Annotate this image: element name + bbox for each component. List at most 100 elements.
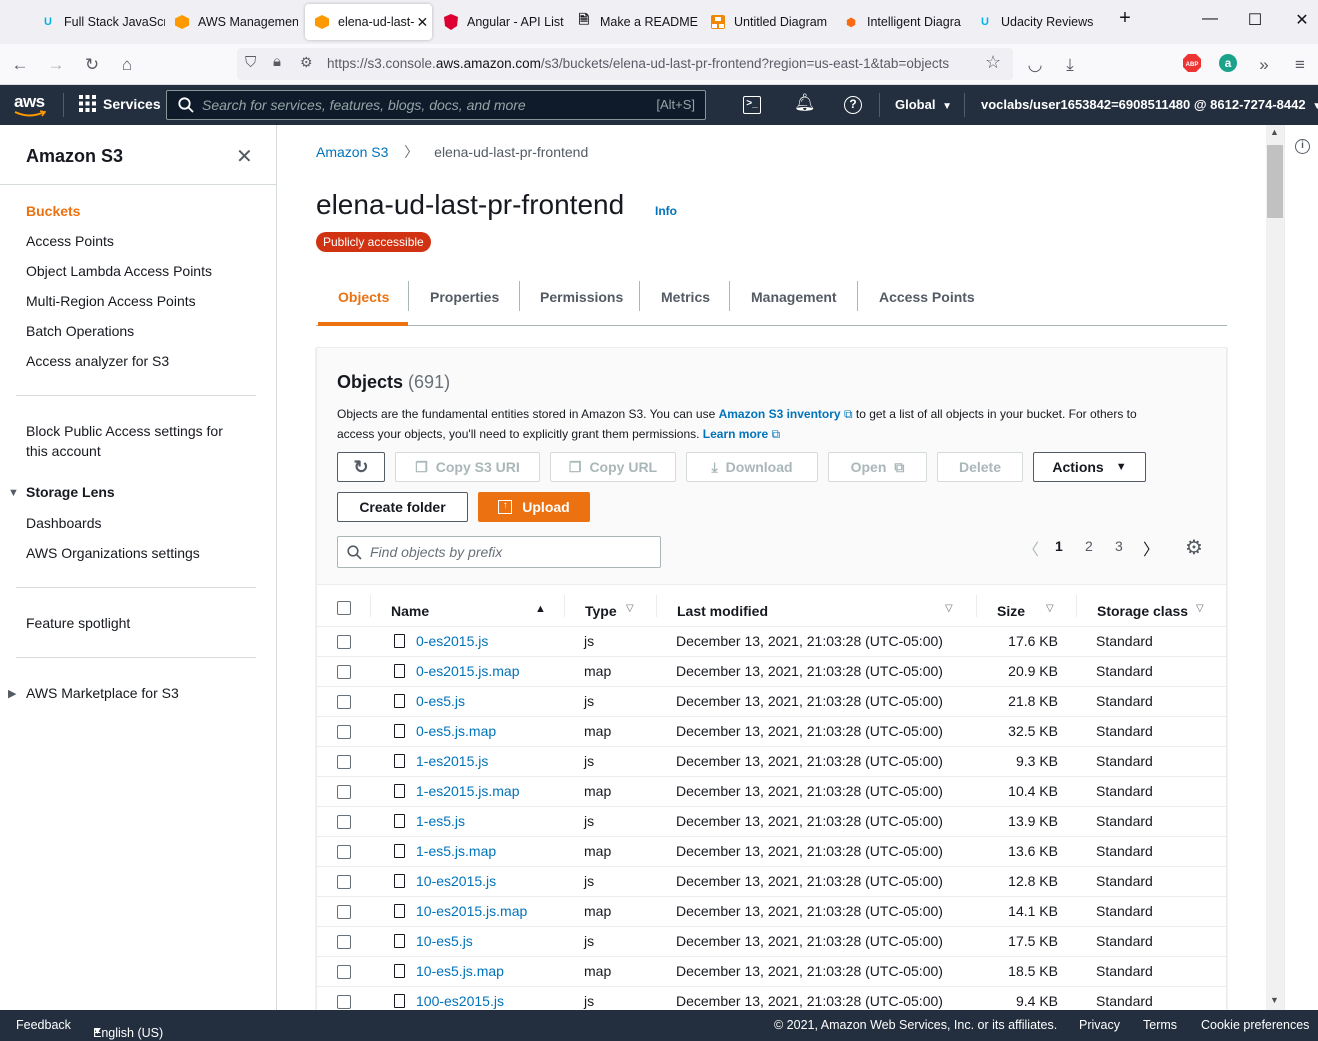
- row-checkbox[interactable]: [337, 665, 351, 679]
- refresh-button[interactable]: ↻: [337, 452, 385, 482]
- table-row[interactable]: 10-es5.js js December 13, 2021, 21:03:28 (…: [317, 926, 1227, 956]
- sort-icon[interactable]: ▽: [626, 603, 634, 614]
- row-checkbox[interactable]: [337, 935, 351, 949]
- sidebar-item-buckets[interactable]: Buckets: [26, 201, 80, 221]
- amazon-assistant-icon[interactable]: a: [1217, 54, 1239, 76]
- column-header-type[interactable]: Type: [585, 603, 617, 619]
- sidebar-item-object-lambda[interactable]: Object Lambda Access Points: [26, 261, 212, 281]
- s3-inventory-link[interactable]: Amazon S3 inventory: [719, 407, 841, 421]
- column-header-name[interactable]: Name: [391, 603, 429, 619]
- page-3[interactable]: 3: [1115, 538, 1123, 554]
- aws-logo[interactable]: aws: [14, 92, 48, 118]
- download-button[interactable]: ⤓ Download: [686, 452, 818, 482]
- table-row[interactable]: 1-es5.js js December 13, 2021, 21:03:28 (U…: [317, 806, 1227, 836]
- caret-down-icon[interactable]: ▼: [8, 487, 19, 499]
- page-2[interactable]: 2: [1085, 538, 1093, 554]
- browser-tab[interactable]: Angular - API List: [443, 4, 569, 40]
- menu-icon[interactable]: ≡: [1289, 54, 1311, 76]
- downloads-icon[interactable]: ⤓: [1059, 54, 1081, 76]
- table-row[interactable]: 10-es5.js.map map December 13, 2021, 21:03…: [317, 956, 1227, 986]
- sidebar-section-storage-lens[interactable]: Storage Lens: [26, 482, 115, 502]
- row-checkbox[interactable]: [337, 965, 351, 979]
- help-icon[interactable]: ?: [844, 96, 862, 114]
- object-name-link[interactable]: 1-es5.js: [416, 813, 465, 829]
- prev-page-icon[interactable]: 〈: [1023, 536, 1039, 560]
- scrollbar-thumb[interactable]: [1267, 145, 1283, 218]
- find-objects-input[interactable]: Find objects by prefix: [337, 536, 661, 568]
- row-checkbox[interactable]: [337, 635, 351, 649]
- object-name-link[interactable]: 100-es2015.js: [416, 993, 504, 1009]
- row-checkbox[interactable]: [337, 875, 351, 889]
- tab-metrics[interactable]: Metrics: [661, 289, 710, 305]
- object-name-link[interactable]: 0-es5.js.map: [416, 723, 496, 739]
- sort-icon[interactable]: ▽: [945, 603, 953, 614]
- table-row[interactable]: 100-es2015.js js December 13, 2021, 21:03:…: [317, 986, 1227, 1010]
- table-row[interactable]: 0-es2015.js.map map December 13, 2021, 21:…: [317, 656, 1227, 686]
- row-checkbox[interactable]: [337, 785, 351, 799]
- notifications-bell-icon[interactable]: 🔔︎: [794, 93, 816, 113]
- column-header-size[interactable]: Size: [997, 603, 1025, 619]
- home-icon[interactable]: ⌂: [116, 54, 138, 76]
- table-row[interactable]: 1-es5.js.map map December 13, 2021, 21:03:…: [317, 836, 1227, 866]
- scroll-up-icon[interactable]: ▲: [1270, 127, 1279, 137]
- reload-icon[interactable]: ↻: [81, 54, 103, 76]
- row-checkbox[interactable]: [337, 755, 351, 769]
- vertical-scrollbar[interactable]: ▲ ▼: [1266, 125, 1284, 1010]
- scroll-down-icon[interactable]: ▼: [1270, 995, 1279, 1005]
- row-checkbox[interactable]: [337, 995, 351, 1009]
- close-icon[interactable]: ✕: [416, 14, 428, 31]
- object-name-link[interactable]: 10-es5.js: [416, 933, 473, 949]
- permissions-icon[interactable]: ⚙: [300, 54, 313, 71]
- adblock-icon[interactable]: ABP: [1181, 54, 1203, 76]
- cookie-preferences-link[interactable]: Cookie preferences: [1201, 1018, 1309, 1032]
- next-page-icon[interactable]: 〉: [1143, 536, 1159, 560]
- new-tab-icon[interactable]: +: [1115, 7, 1135, 29]
- sidebar-item-block-public-access[interactable]: Block Public Access settings for this acc…: [26, 421, 223, 461]
- minimize-icon[interactable]: —: [1200, 10, 1220, 32]
- shield-icon[interactable]: ⛉: [245, 54, 256, 71]
- tab-permissions[interactable]: Permissions: [540, 289, 623, 305]
- object-name-link[interactable]: 1-es2015.js.map: [416, 783, 520, 799]
- table-row[interactable]: 1-es2015.js js December 13, 2021, 21:03:28…: [317, 746, 1227, 776]
- browser-tab[interactable]: AWS Managemen: [174, 4, 298, 40]
- object-name-link[interactable]: 10-es2015.js: [416, 873, 496, 889]
- tab-management[interactable]: Management: [751, 289, 837, 305]
- row-checkbox[interactable]: [337, 905, 351, 919]
- maximize-icon[interactable]: ☐: [1245, 10, 1265, 32]
- tab-objects[interactable]: Objects: [338, 289, 389, 305]
- copy-s3-uri-button[interactable]: ❐ Copy S3 URI: [395, 452, 540, 482]
- copy-url-button[interactable]: ❐ Copy URL: [550, 452, 676, 482]
- object-name-link[interactable]: 1-es2015.js: [416, 753, 488, 769]
- row-checkbox[interactable]: [337, 725, 351, 739]
- sidebar-item-organizations-settings[interactable]: AWS Organizations settings: [26, 543, 200, 563]
- sidebar-item-access-points[interactable]: Access Points: [26, 231, 114, 251]
- object-name-link[interactable]: 1-es5.js.map: [416, 843, 496, 859]
- select-all-checkbox[interactable]: [337, 601, 351, 615]
- table-row[interactable]: 1-es2015.js.map map December 13, 2021, 21:…: [317, 776, 1227, 806]
- browser-tab[interactable]: U Udacity Reviews: [977, 4, 1104, 40]
- table-row[interactable]: 10-es2015.js.map map December 13, 2021, 21…: [317, 896, 1227, 926]
- browser-tab[interactable]: Untitled Diagram: [710, 4, 837, 40]
- table-row[interactable]: 10-es2015.js js December 13, 2021, 21:03:2…: [317, 866, 1227, 896]
- table-row[interactable]: 0-es5.js.map map December 13, 2021, 21:03:…: [317, 716, 1227, 746]
- services-menu-button[interactable]: Services: [79, 95, 161, 112]
- table-row[interactable]: 0-es2015.js js December 13, 2021, 21:03:28…: [317, 626, 1227, 656]
- feedback-link[interactable]: Feedback: [16, 1018, 71, 1032]
- table-row[interactable]: 0-es5.js js December 13, 2021, 21:03:28 (U…: [317, 686, 1227, 716]
- browser-tab[interactable]: ⬢ Intelligent Diagra: [843, 4, 970, 40]
- row-checkbox[interactable]: [337, 695, 351, 709]
- object-name-link[interactable]: 0-es2015.js: [416, 633, 488, 649]
- account-menu[interactable]: voclabs/user1653842=6908511480 @ 8612-72…: [981, 97, 1318, 112]
- services-search-input[interactable]: Search for services, features, blogs, do…: [166, 90, 706, 120]
- info-panel-icon[interactable]: i: [1295, 139, 1310, 154]
- bookmark-star-icon[interactable]: ☆: [985, 52, 1001, 73]
- info-link[interactable]: Info: [655, 204, 677, 218]
- tab-access-points[interactable]: Access Points: [879, 289, 975, 305]
- tab-properties[interactable]: Properties: [430, 289, 499, 305]
- cloudshell-icon[interactable]: >_: [743, 96, 761, 114]
- object-name-link[interactable]: 0-es5.js: [416, 693, 465, 709]
- sidebar-item-batch-operations[interactable]: Batch Operations: [26, 321, 134, 341]
- browser-tab[interactable]: U Full Stack JavaScr: [40, 4, 165, 40]
- sidebar-item-feature-spotlight[interactable]: Feature spotlight: [26, 613, 130, 633]
- url-text[interactable]: https://s3.console.aws.amazon.com/s3/buc…: [327, 56, 949, 71]
